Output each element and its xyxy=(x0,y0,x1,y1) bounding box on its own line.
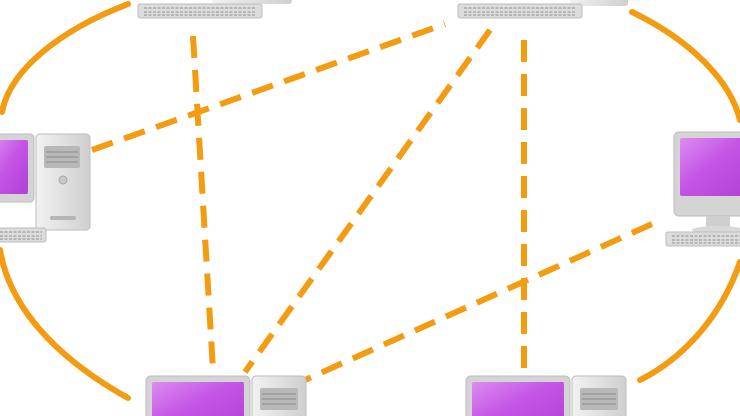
computer-bottom-right xyxy=(465,375,627,416)
ring-arc-right xyxy=(637,259,740,383)
link-right-to-bottom-left xyxy=(303,221,654,383)
link-top-left-to-bottom-left xyxy=(190,35,216,371)
mesh-links xyxy=(90,21,654,383)
computer-top-right xyxy=(457,0,628,19)
computer-top-left xyxy=(137,0,292,19)
ring-arc-top-left xyxy=(0,1,131,115)
ring-arc-left xyxy=(0,247,131,401)
desktop-computer-icon xyxy=(145,375,307,416)
desktop-computer-icon xyxy=(0,133,91,243)
computer-right xyxy=(665,131,740,247)
network-diagram xyxy=(0,0,740,416)
computer-bottom-left xyxy=(145,375,307,416)
link-left-to-top-right xyxy=(90,21,447,153)
desktop-computer-icon xyxy=(137,0,292,19)
desktop-computer-icon xyxy=(665,131,740,247)
link-top-right-to-bottom-left xyxy=(242,28,493,374)
network-diagram-canvas xyxy=(0,0,740,416)
ring-arc-top-right xyxy=(629,9,740,123)
desktop-computer-icon xyxy=(457,0,628,19)
computer-left xyxy=(0,133,91,243)
desktop-computer-icon xyxy=(465,375,627,416)
